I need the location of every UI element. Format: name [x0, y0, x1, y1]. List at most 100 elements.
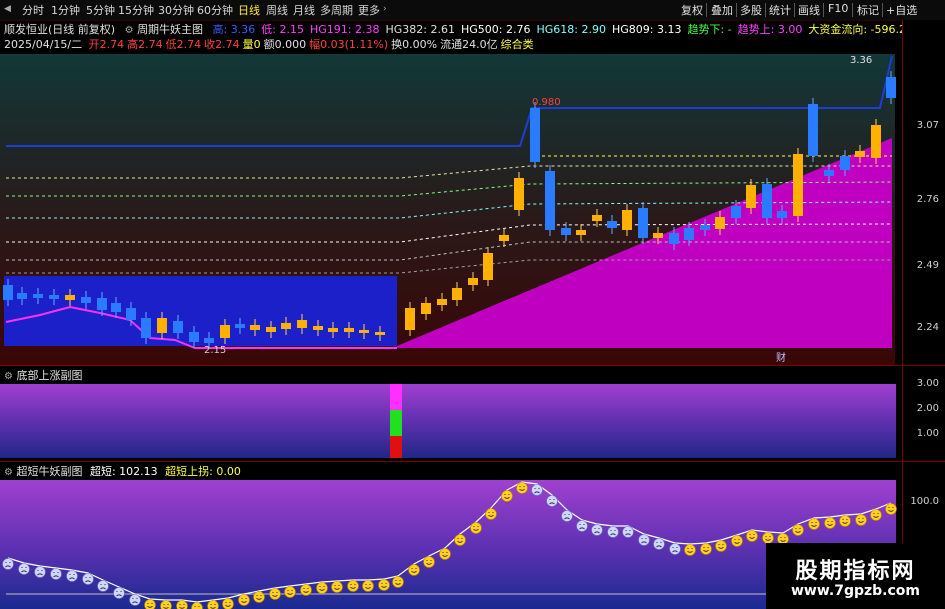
- toolbar-divider: [882, 3, 883, 17]
- tab-1min[interactable]: 1分钟: [51, 2, 80, 18]
- tab-5min[interactable]: 5分钟: [86, 2, 115, 18]
- candle: [111, 303, 121, 312]
- draw-line-button[interactable]: 画线: [798, 2, 820, 18]
- candle: [653, 233, 663, 238]
- smiley-icon: [824, 517, 836, 529]
- candle: [684, 228, 694, 240]
- candle: [793, 154, 803, 216]
- signal-bar-red: [390, 436, 402, 458]
- tab-weekly[interactable]: 周线: [266, 2, 288, 18]
- candle: [607, 221, 617, 228]
- tab-monthly[interactable]: 月线: [293, 2, 315, 18]
- price-tick: 2.76: [916, 194, 939, 205]
- price-tick: 2.24: [916, 322, 939, 333]
- tab-multi-period[interactable]: 多周期: [320, 2, 353, 18]
- candle: [886, 77, 896, 98]
- candle: [638, 208, 648, 238]
- candle: [514, 178, 524, 210]
- candle: [592, 215, 602, 221]
- candle: [405, 308, 415, 330]
- statistics-button[interactable]: 统计: [769, 2, 791, 18]
- candle: [840, 156, 850, 170]
- smiley-icon: [207, 600, 219, 609]
- sad-face-icon: [546, 495, 558, 507]
- smiley-icon: [731, 535, 743, 547]
- candle: [97, 298, 107, 310]
- candle: [297, 320, 307, 328]
- candle: [715, 217, 725, 229]
- main-kline-chart[interactable]: 3.36 2.15 0.980 财: [0, 20, 903, 365]
- bottom-rise-subchart[interactable]: [0, 366, 903, 462]
- toolbar-divider: [706, 3, 707, 17]
- smiley-icon: [855, 514, 867, 526]
- smiley-icon: [238, 594, 250, 606]
- subchart2-name[interactable]: 超短牛妖副图: [16, 465, 82, 478]
- smiley-icon: [222, 598, 234, 609]
- candle: [173, 321, 183, 333]
- axis-tick: 3.00: [916, 378, 939, 389]
- subchart1-title: ⚙ 底部上涨副图: [4, 367, 82, 383]
- tab-more[interactable]: 更多: [358, 2, 380, 18]
- smiley-icon: [762, 532, 774, 544]
- low-price-label: 2.15: [204, 345, 226, 356]
- watermark-url: www.7gpzb.com: [790, 583, 920, 599]
- candle: [141, 318, 151, 338]
- overlay-button[interactable]: 叠加: [711, 2, 733, 18]
- smiley-icon: [176, 600, 188, 609]
- chevron-down-icon[interactable]: ›: [383, 4, 387, 14]
- candle: [375, 332, 385, 335]
- high-price-label: 3.36: [850, 55, 872, 66]
- restore-rights-button[interactable]: 复权: [681, 2, 703, 18]
- candle: [762, 184, 772, 218]
- back-icon[interactable]: ◀: [4, 4, 11, 14]
- f10-button[interactable]: F10: [828, 2, 848, 15]
- candle: [746, 185, 756, 208]
- smiley-icon: [378, 579, 390, 591]
- financial-report-marker[interactable]: 财: [776, 351, 786, 364]
- smiley-icon: [700, 543, 712, 555]
- tab-60min[interactable]: 60分钟: [197, 2, 233, 18]
- candle: [235, 324, 245, 328]
- sad-face-icon: [607, 526, 619, 538]
- sad-face-icon: [669, 543, 681, 555]
- smiley-icon: [316, 582, 328, 594]
- price-tick: 2.49: [916, 260, 939, 271]
- smiley-icon: [516, 482, 528, 494]
- add-watchlist-button[interactable]: +自选: [886, 2, 917, 18]
- candle: [313, 326, 323, 330]
- smiley-icon: [746, 530, 758, 542]
- signal-bar-magenta: [390, 384, 402, 410]
- multi-stock-button[interactable]: 多股: [740, 2, 762, 18]
- smiley-icon: [501, 490, 513, 502]
- candle: [468, 278, 478, 285]
- smiley-icon: [715, 540, 727, 552]
- candle: [731, 206, 741, 218]
- gear-icon[interactable]: ⚙: [4, 371, 13, 382]
- tab-30min[interactable]: 30分钟: [158, 2, 194, 18]
- candle: [561, 228, 571, 235]
- sad-face-icon: [50, 568, 62, 580]
- candle: [669, 233, 679, 244]
- candle: [871, 125, 881, 158]
- gear-icon[interactable]: ⚙: [4, 467, 13, 478]
- sad-face-icon: [653, 538, 665, 550]
- candle: [421, 303, 431, 314]
- candle: [33, 294, 43, 298]
- mark-button[interactable]: 标记: [857, 2, 879, 18]
- smiley-icon: [392, 576, 404, 588]
- subchart1-name[interactable]: 底部上涨副图: [16, 369, 82, 382]
- smiley-icon: [792, 524, 804, 536]
- candle: [17, 293, 27, 299]
- tab-15min[interactable]: 15分钟: [118, 2, 154, 18]
- watermark: 股期指标网 www.7gpzb.com: [766, 543, 945, 609]
- tab-daily[interactable]: 日线: [238, 2, 260, 18]
- subchart2-title: ⚙ 超短牛妖副图 超短: 102.13 超短上拐: 0.00: [4, 463, 241, 479]
- smiley-icon: [423, 556, 435, 568]
- subchart1-axis: 3.00 2.00 1.00: [902, 366, 945, 462]
- smiley-icon: [144, 599, 156, 609]
- candle: [483, 253, 493, 280]
- smiley-icon: [439, 548, 451, 560]
- tab-timeline[interactable]: 分时: [22, 2, 44, 18]
- toolbar-divider: [852, 3, 853, 17]
- sad-face-icon: [129, 594, 141, 606]
